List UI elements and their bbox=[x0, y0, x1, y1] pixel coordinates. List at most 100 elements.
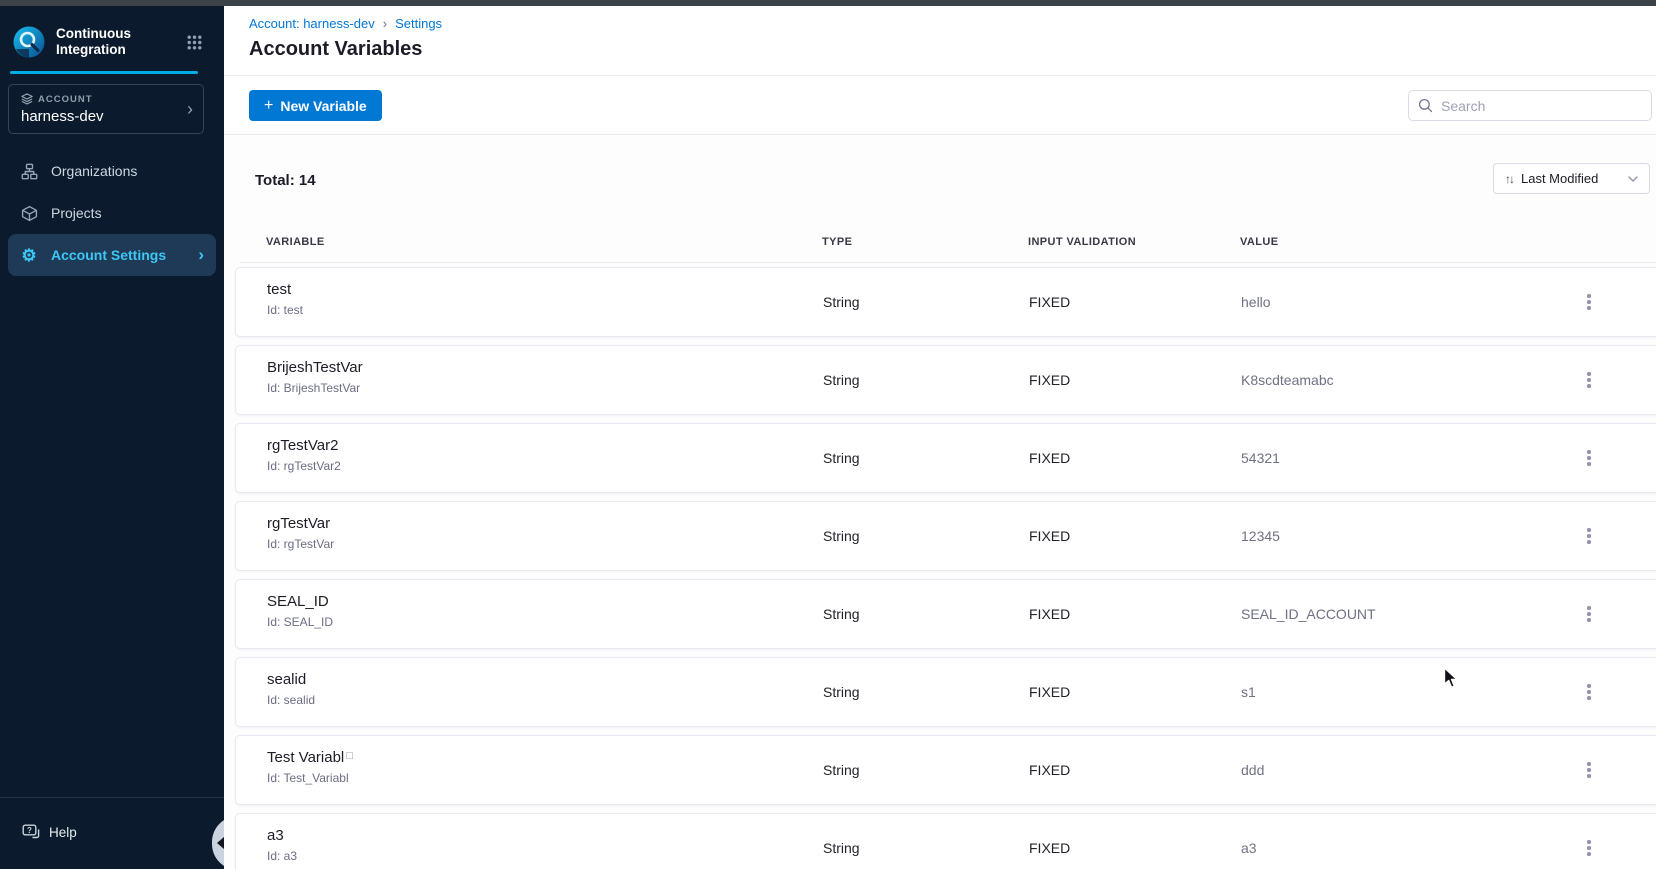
variable-name-cell: rgTestVar Id: rgTestVar bbox=[267, 515, 334, 551]
row-options-kebab-icon[interactable] bbox=[1582, 682, 1596, 702]
variable-value: 54321 bbox=[1241, 450, 1280, 466]
row-options-kebab-icon[interactable] bbox=[1582, 526, 1596, 546]
new-variable-button[interactable]: + New Variable bbox=[249, 90, 382, 121]
account-selector[interactable]: ACCOUNT harness-dev › bbox=[8, 84, 204, 134]
table-header-row: VARIABLE TYPE INPUT VALIDATION VALUE bbox=[224, 236, 1656, 250]
breadcrumb: Account: harness-dev › Settings bbox=[249, 16, 442, 31]
sidebar-item-label: Organizations bbox=[51, 163, 138, 179]
variable-name: a3 bbox=[267, 827, 284, 844]
variable-value: 12345 bbox=[1241, 528, 1280, 544]
table-header-divider bbox=[240, 262, 1656, 263]
sort-dropdown[interactable]: ↑↓ Last Modified bbox=[1493, 163, 1650, 194]
brand-accent-underline bbox=[10, 71, 198, 74]
variable-name-cell: rgTestVar2 Id: rgTestVar2 bbox=[267, 437, 341, 473]
brand-header: Continuous Integration bbox=[12, 20, 212, 64]
sidebar-item-label: Projects bbox=[51, 205, 102, 221]
variable-name: SEAL_ID bbox=[267, 593, 329, 610]
variable-name-cell: SEAL_ID Id: SEAL_ID bbox=[267, 593, 333, 629]
sidebar-item-account-settings[interactable]: ⚙ Account Settings › bbox=[8, 234, 216, 276]
variable-value: K8scdteamabc bbox=[1241, 372, 1334, 388]
account-label: ACCOUNT bbox=[38, 93, 93, 105]
module-switcher-grid-icon[interactable] bbox=[187, 35, 202, 50]
variable-name-cell: sealid Id: sealid bbox=[267, 671, 315, 707]
row-options-kebab-icon[interactable] bbox=[1582, 292, 1596, 312]
table-row[interactable]: sealid Id: sealid String FIXED s1 bbox=[235, 657, 1656, 727]
variable-id: Id: Test_Variabl bbox=[267, 771, 349, 785]
row-options-kebab-icon[interactable] bbox=[1582, 370, 1596, 390]
column-header-value: VALUE bbox=[1240, 236, 1279, 248]
variable-name-cell: a3 Id: a3 bbox=[267, 827, 297, 863]
table-row[interactable]: a3 Id: a3 String FIXED a3 bbox=[235, 813, 1656, 869]
variable-type: String bbox=[823, 606, 860, 622]
sort-selected-value: Last Modified bbox=[1521, 171, 1599, 186]
variable-input-validation: FIXED bbox=[1029, 840, 1071, 856]
table-row[interactable]: Test Variabl □ Id: Test_Variabl String FI… bbox=[235, 735, 1656, 805]
chevron-right-icon: › bbox=[187, 99, 193, 119]
variable-input-validation: FIXED bbox=[1029, 294, 1071, 310]
variable-name: rgTestVar bbox=[267, 515, 331, 532]
toolbar: + New Variable bbox=[224, 77, 1656, 135]
variable-type: String bbox=[823, 450, 860, 466]
variable-id: Id: sealid bbox=[267, 693, 316, 707]
variable-input-validation: FIXED bbox=[1029, 762, 1071, 778]
column-header-type: TYPE bbox=[822, 236, 853, 248]
variable-name: Test Variabl bbox=[267, 749, 345, 766]
variable-input-validation: FIXED bbox=[1029, 528, 1071, 544]
variable-name: sealid bbox=[267, 671, 307, 688]
sidebar: Continuous Integration ACCOUNT harness-d… bbox=[0, 6, 224, 869]
page-header: Account: harness-dev › Settings Account … bbox=[224, 6, 1656, 76]
plus-icon: + bbox=[264, 96, 274, 114]
sidebar-item-projects[interactable]: Projects bbox=[8, 192, 216, 234]
org-chart-icon bbox=[20, 163, 38, 180]
sidebar-item-label: Account Settings bbox=[51, 247, 167, 263]
missing-glyph-box: □ bbox=[346, 750, 353, 762]
search-icon bbox=[1418, 98, 1433, 113]
help-label: Help bbox=[49, 824, 77, 840]
help-button[interactable]: ? Help bbox=[22, 824, 77, 840]
gear-icon: ⚙ bbox=[21, 245, 37, 265]
chevron-right-icon: › bbox=[198, 245, 204, 264]
svg-text:?: ? bbox=[27, 826, 32, 835]
chevron-right-icon: › bbox=[382, 16, 388, 31]
row-options-kebab-icon[interactable] bbox=[1582, 448, 1596, 468]
row-options-kebab-icon[interactable] bbox=[1582, 604, 1596, 624]
row-options-kebab-icon[interactable] bbox=[1582, 838, 1596, 858]
table-row[interactable]: test Id: test String FIXED hello bbox=[235, 267, 1656, 337]
variable-value: ddd bbox=[1241, 762, 1265, 778]
variable-value: hello bbox=[1241, 294, 1271, 310]
module-title: Continuous Integration bbox=[56, 26, 131, 57]
table-row[interactable]: BrijeshTestVar Id: BrijeshTestVar String… bbox=[235, 345, 1656, 415]
column-header-input-validation: INPUT VALIDATION bbox=[1028, 236, 1137, 248]
sidebar-item-organizations[interactable]: Organizations bbox=[8, 150, 216, 192]
variable-name-cell: Test Variabl □ Id: Test_Variabl bbox=[267, 749, 353, 785]
variable-name: rgTestVar2 bbox=[267, 437, 339, 454]
variable-name: BrijeshTestVar bbox=[267, 359, 363, 376]
search-box bbox=[1408, 90, 1652, 121]
row-options-kebab-icon[interactable] bbox=[1582, 760, 1596, 780]
variable-type: String bbox=[823, 528, 860, 544]
variable-id: Id: test bbox=[267, 303, 304, 317]
column-header-variable: VARIABLE bbox=[266, 236, 325, 248]
new-variable-label: New Variable bbox=[280, 97, 367, 114]
variables-panel: Total: 14 ↑↓ Last Modified VARIABLE TYPE… bbox=[224, 136, 1656, 869]
breadcrumb-settings-link[interactable]: Settings bbox=[395, 16, 442, 31]
variable-id: Id: a3 bbox=[267, 849, 298, 863]
page-title: Account Variables bbox=[249, 38, 423, 60]
harness-logo-icon[interactable] bbox=[12, 25, 46, 59]
sidebar-divider bbox=[0, 797, 224, 798]
breadcrumb-account-link[interactable]: Account: harness-dev bbox=[249, 16, 375, 31]
variable-input-validation: FIXED bbox=[1029, 684, 1071, 700]
table-row[interactable]: rgTestVar2 Id: rgTestVar2 String FIXED 5… bbox=[235, 423, 1656, 493]
variable-type: String bbox=[823, 294, 860, 310]
variable-value: s1 bbox=[1241, 684, 1256, 700]
variable-value: SEAL_ID_ACCOUNT bbox=[1241, 606, 1376, 622]
variable-id: Id: SEAL_ID bbox=[267, 615, 334, 629]
layers-icon bbox=[21, 93, 33, 105]
chevron-down-icon bbox=[1628, 175, 1638, 182]
table-row[interactable]: rgTestVar Id: rgTestVar String FIXED 123… bbox=[235, 501, 1656, 571]
variable-name-cell: BrijeshTestVar Id: BrijeshTestVar bbox=[267, 359, 365, 395]
search-input[interactable] bbox=[1441, 97, 1631, 114]
variable-name: test bbox=[267, 281, 292, 298]
variable-input-validation: FIXED bbox=[1029, 372, 1071, 388]
table-row[interactable]: SEAL_ID Id: SEAL_ID String FIXED SEAL_ID… bbox=[235, 579, 1656, 649]
